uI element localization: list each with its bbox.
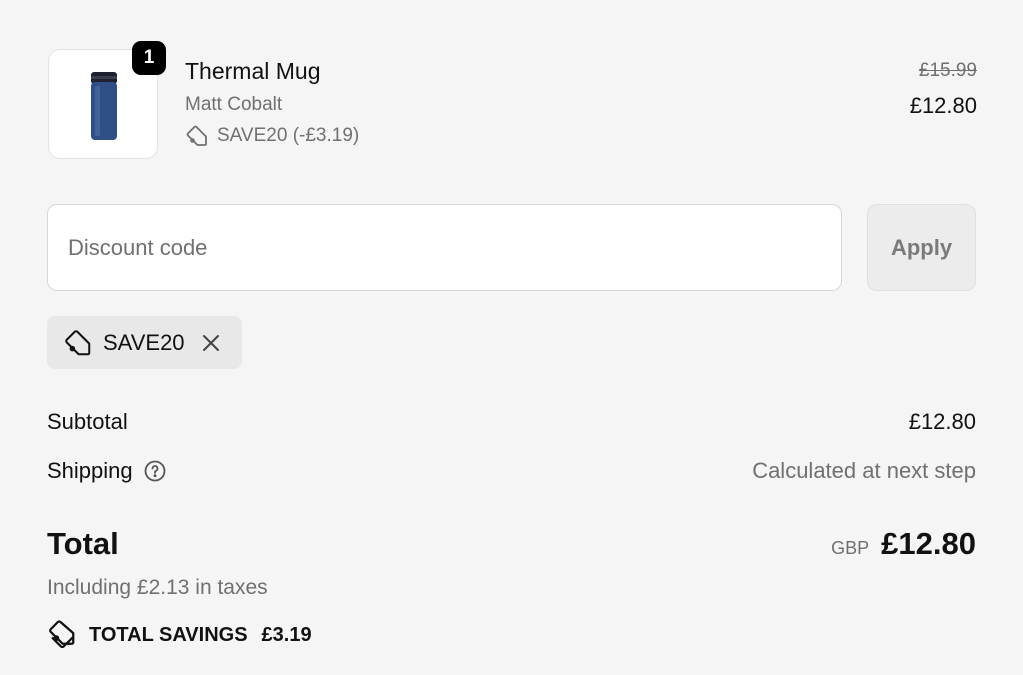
line-item: 1 Thermal Mug Matt Cobalt SAVE20 (-£3.19…	[47, 41, 977, 160]
total-row: Total GBP £12.80	[47, 520, 976, 568]
remove-discount-button[interactable]	[201, 333, 221, 353]
line-item-discount-label: SAVE20 (-£3.19)	[217, 125, 360, 146]
item-price: £12.80	[909, 93, 977, 118]
shipping-label: Shipping	[47, 458, 133, 483]
shipping-row: Shipping Calculated at next step	[47, 454, 976, 488]
tag-icon	[186, 125, 207, 146]
subtotal-value: £12.80	[908, 409, 976, 434]
compare-at-price: £15.99	[918, 60, 977, 81]
product-variant: Matt Cobalt	[185, 94, 283, 115]
apply-button[interactable]: Apply	[867, 204, 976, 291]
currency-code: GBP	[831, 538, 870, 558]
total-amount-group: GBP £12.80	[831, 526, 976, 562]
close-icon[interactable]	[201, 333, 221, 353]
discount-code-input[interactable]	[47, 204, 842, 291]
subtotal-label: Subtotal	[47, 409, 128, 434]
total-label: Total	[47, 526, 119, 561]
quantity-badge: 1	[132, 41, 166, 75]
product-title: Thermal Mug	[185, 58, 321, 84]
shipping-label-group: Shipping	[47, 458, 167, 484]
tax-note: Including £2.13 in taxes	[47, 576, 268, 599]
shipping-value: Calculated at next step	[752, 458, 976, 483]
line-item-discount: SAVE20 (-£3.19)	[185, 124, 359, 148]
applied-discount-chip: SAVE20	[47, 316, 242, 369]
subtotal-row: Subtotal £12.80	[47, 405, 976, 439]
savings-tag-icon	[49, 620, 75, 649]
tag-icon	[65, 329, 91, 355]
savings-value: £3.19	[261, 623, 312, 646]
total-savings: TOTAL SAVINGS £3.19	[47, 620, 312, 650]
total-amount: £12.80	[881, 526, 976, 561]
thermal-mug-image	[91, 72, 117, 140]
applied-discount-code: SAVE20	[103, 329, 185, 355]
savings-label: TOTAL SAVINGS	[89, 623, 248, 646]
question-circle-icon[interactable]	[143, 459, 167, 483]
